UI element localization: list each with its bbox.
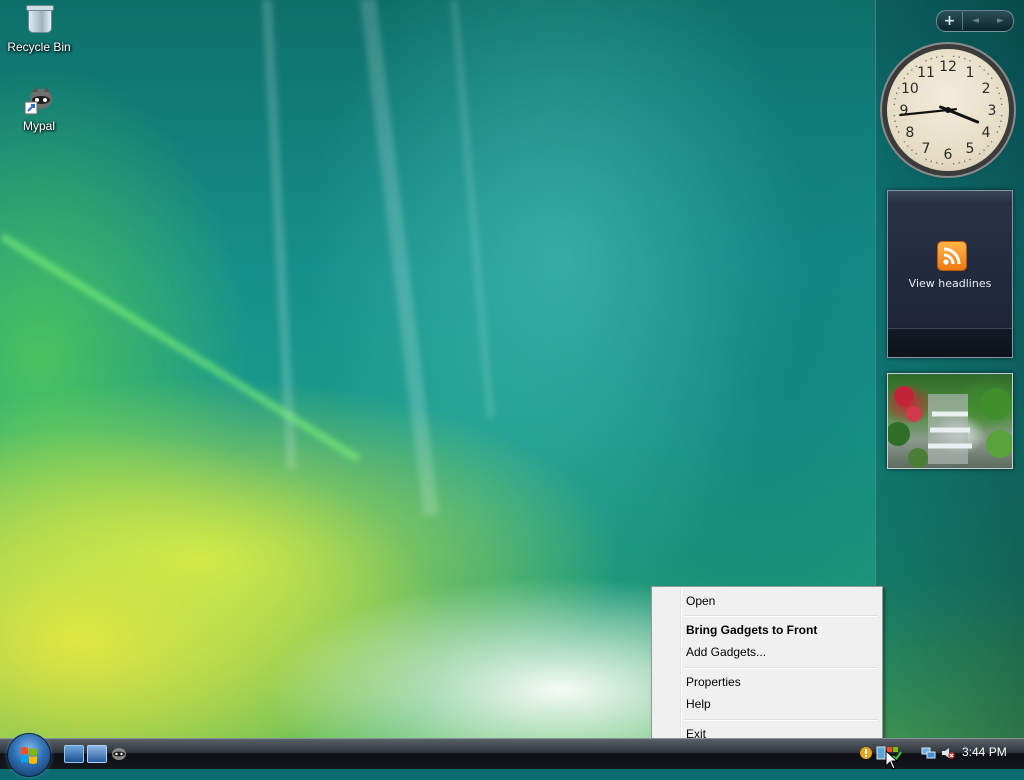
menu-separator <box>684 719 878 721</box>
clock-numeral: 10 <box>901 81 919 97</box>
waterfall-garden-photo <box>888 386 1012 468</box>
clock-minute-tick <box>903 77 906 80</box>
recycle-bin-icon <box>23 5 55 37</box>
previous-page-button[interactable]: ◄ <box>963 12 988 30</box>
clock-minute-tick <box>969 158 971 161</box>
gadget-footer <box>888 328 1012 357</box>
clock-minute-tick <box>907 145 909 147</box>
clock-minute-tick <box>893 103 896 106</box>
clock-numeral: 3 <box>988 103 997 119</box>
clock-minute-tick <box>952 55 955 58</box>
clock-minute-tick <box>983 149 985 151</box>
clock-minute-tick <box>907 73 909 75</box>
menu-item-bring-gadgets-to-front[interactable]: Bring Gadgets to Front <box>686 620 876 640</box>
clock-numeral: 11 <box>917 65 935 81</box>
menu-icon-gutter <box>680 589 682 745</box>
menu-item-help[interactable]: Help <box>686 694 876 714</box>
clock-minute-tick <box>990 77 993 80</box>
windows-start-orb-icon[interactable] <box>8 734 50 776</box>
menu-item-open[interactable]: Open <box>686 591 876 611</box>
clock-numeral: 7 <box>922 141 931 157</box>
clock-minute-tick <box>925 59 927 62</box>
clock-minute-tick <box>925 158 927 161</box>
clock-minute-tick <box>935 162 938 164</box>
mouse-cursor-icon <box>885 750 899 770</box>
clock-minute-tick <box>978 152 981 155</box>
clock-numeral: 6 <box>944 147 953 163</box>
clock-minute-tick <box>963 57 966 60</box>
switch-windows-icon[interactable] <box>87 745 107 763</box>
clock-minute-tick <box>958 56 961 58</box>
clock-minute-tick <box>1000 103 1003 106</box>
clock-minute-tick <box>958 162 961 164</box>
slideshow-gadget[interactable] <box>887 373 1013 469</box>
menu-item-add-gadgets[interactable]: Add Gadgets... <box>686 642 876 662</box>
mypal-raccoon-icon[interactable] <box>110 745 128 761</box>
add-gadget-button[interactable]: + <box>937 12 963 30</box>
clock-minute-tick <box>915 65 918 68</box>
rss-feed-icon <box>937 241 967 271</box>
taskbar-clock[interactable]: 3:44 PM <box>962 745 1007 759</box>
feed-headlines-gadget[interactable]: View headlines <box>887 190 1013 358</box>
clock-minute-tick <box>895 92 898 95</box>
clock-face: 12 12 3 45678 9 1011 <box>893 55 1003 165</box>
show-desktop-icon[interactable] <box>64 745 84 763</box>
clock-minute-tick <box>978 65 981 68</box>
clock-gadget[interactable]: 12 1 2 3 4 5 6 7 8 9 10 11 <box>887 49 1009 171</box>
clock-minute-tick <box>903 140 906 143</box>
clock-numeral: 8 <box>905 125 914 141</box>
clock-minute-tick <box>996 87 999 89</box>
clock-minute-tick <box>911 149 913 151</box>
clock-minute-tick <box>915 152 918 155</box>
clock-numeral: 4 <box>982 125 991 141</box>
clock-minute-tick <box>998 92 1001 95</box>
clock-numeral: 1 <box>966 65 975 81</box>
sidebar-controls: + ◄ ► <box>936 10 1014 32</box>
clock-minute-tick <box>952 162 955 165</box>
clock-minute-tick <box>895 125 898 128</box>
network-icon[interactable] <box>921 745 936 759</box>
sidebar-context-menu: Open Bring Gadgets to Front Add Gadgets.… <box>651 586 883 748</box>
clock-minute-tick <box>1000 97 1002 100</box>
clock-minute-tick <box>941 55 944 58</box>
mypal-raccoon-icon <box>23 84 55 116</box>
clock-minute-tick <box>941 162 944 165</box>
clock-center-pin <box>945 107 951 113</box>
desktop-icon-mypal[interactable]: Mypal <box>2 84 76 133</box>
next-page-button[interactable]: ► <box>988 12 1013 30</box>
clock-minute-tick <box>990 140 993 143</box>
shield-alert-icon[interactable] <box>859 745 873 759</box>
clock-minute-tick <box>969 59 971 62</box>
clock-minute-tick <box>998 125 1001 128</box>
gadget-header <box>888 191 1012 205</box>
clock-minute-tick <box>911 69 913 71</box>
menu-item-properties[interactable]: Properties <box>686 672 876 692</box>
clock-minute-tick <box>897 87 900 89</box>
menu-separator <box>684 667 878 669</box>
clock-minute-tick <box>930 160 933 163</box>
clock-minute-tick <box>983 69 985 71</box>
clock-numeral: 5 <box>966 141 975 157</box>
clock-numeral: 12 <box>939 59 957 75</box>
clock-minute-tick <box>996 131 999 133</box>
clock-minute-tick <box>935 56 938 58</box>
clock-minute-tick <box>930 57 933 60</box>
volume-muted-icon[interactable] <box>941 745 955 759</box>
clock-minute-tick <box>893 114 896 117</box>
clock-minute-tick <box>897 131 900 133</box>
clock-numeral: 9 <box>900 103 909 119</box>
clock-minute-tick <box>1000 120 1002 123</box>
desktop-icon-label: Mypal <box>22 119 55 133</box>
clock-minute-tick <box>1000 114 1003 117</box>
clock-minute-tick <box>963 160 966 163</box>
clock-numeral: 2 <box>982 81 991 97</box>
desktop-icon-recycle-bin[interactable]: Recycle Bin <box>2 2 76 54</box>
clock-minute-tick <box>987 73 989 75</box>
view-headlines-link[interactable]: View headlines <box>888 277 1012 290</box>
menu-separator <box>684 615 878 617</box>
clock-minute-tick <box>894 120 896 123</box>
clock-minute-tick <box>894 97 896 100</box>
clock-minute-tick <box>987 145 989 147</box>
desktop-icon-label: Recycle Bin <box>7 40 71 54</box>
